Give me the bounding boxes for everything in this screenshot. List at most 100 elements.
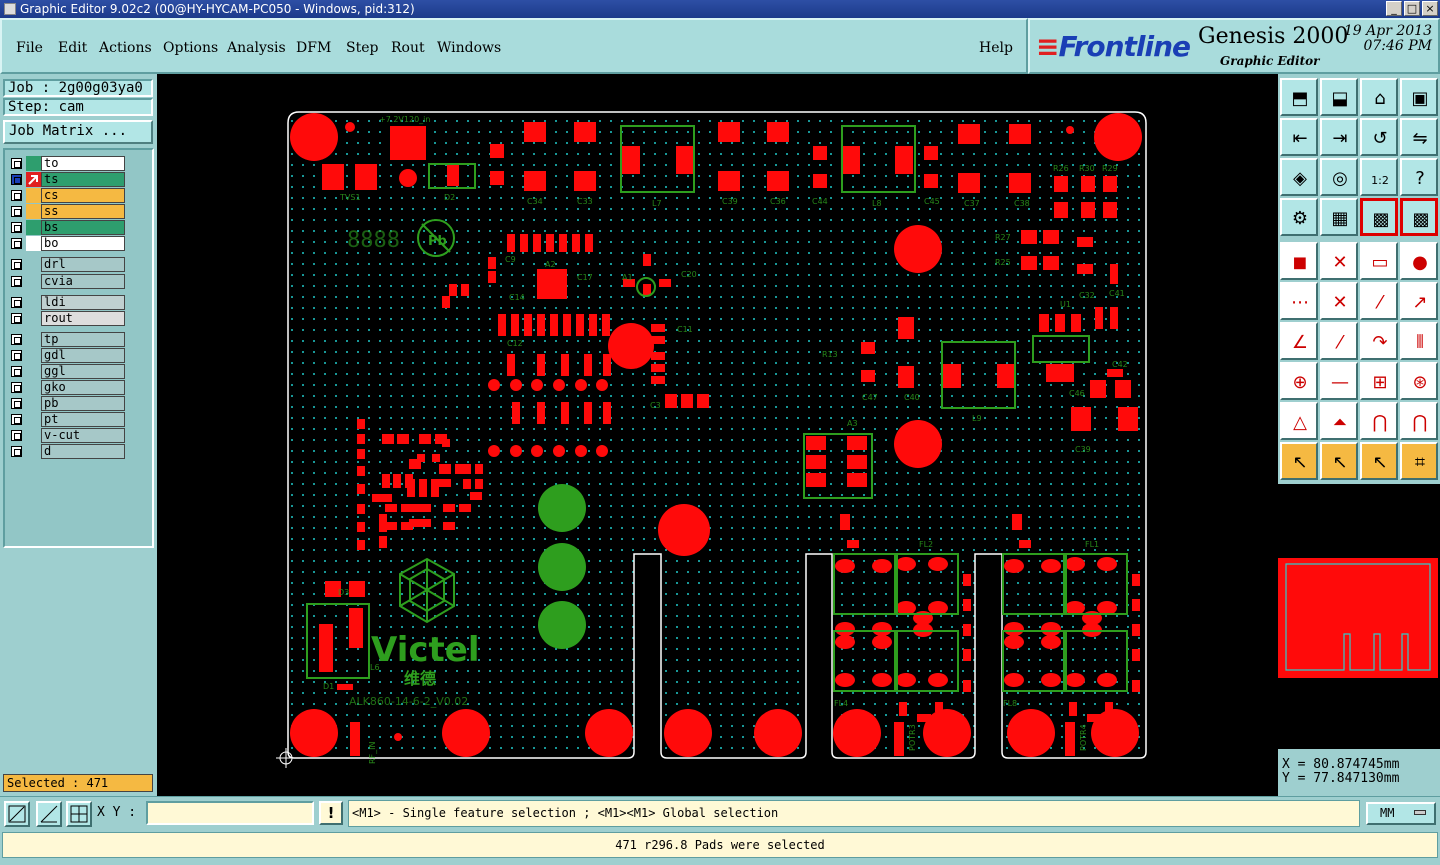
arch-icon[interactable]: ⋂ [1360,402,1398,440]
layer-row-to[interactable]: to [9,156,129,171]
layer-row-cs[interactable]: cs [9,188,129,203]
layer-checkbox[interactable] [11,238,22,249]
layer-checkbox[interactable] [11,350,22,361]
menu-step[interactable]: Step [346,40,378,56]
angle-icon[interactable]: ∠ [1280,322,1318,360]
units-select[interactable]: MM [1366,802,1436,825]
xy-input[interactable] [146,801,314,825]
layer-row-bs[interactable]: bs [9,220,129,235]
triangle-alt-icon[interactable]: ⏶ [1320,402,1358,440]
layer-color-swatch[interactable] [26,156,41,171]
layer-checkbox[interactable] [11,297,22,308]
layer-checkbox[interactable] [11,382,22,393]
layer-row-ts[interactable]: ts [9,172,129,187]
menu-help[interactable]: Help [979,40,1013,56]
window-icon[interactable]: ▣ [1400,78,1438,116]
split-icon[interactable]: ⫴ [1400,322,1438,360]
snap-icon[interactable]: ⚙ [1280,198,1318,236]
menu-windows[interactable]: Windows [437,40,501,56]
layer-name[interactable]: gdl [41,348,125,363]
layer-name[interactable]: tp [41,332,125,347]
line-icon[interactable]: ⁄ [1360,282,1398,320]
layer-row-ggl[interactable]: ggl [9,364,129,379]
layer-checkbox[interactable] [11,222,22,233]
pointer-icon[interactable]: ↖ [1280,442,1318,480]
layer-row-tp[interactable]: tp [9,332,129,347]
layer-row-gdl[interactable]: gdl [9,348,129,363]
layer-name[interactable]: pb [41,396,125,411]
layer-row-rout[interactable]: rout [9,311,129,326]
slash-icon[interactable]: ⁄ [1320,322,1358,360]
minus-icon[interactable]: — [1320,362,1358,400]
layer-checkbox[interactable] [11,398,22,409]
pad-icon[interactable]: ◼ [1280,242,1318,280]
layer-checkbox[interactable] [11,276,22,287]
feature-select-icon[interactable]: ✕ [1320,242,1358,280]
layer-row-cvia[interactable]: cvia [9,274,129,289]
save-icon[interactable]: ⬓ [1320,78,1358,116]
layer-name[interactable]: bo [41,236,125,251]
export-icon[interactable]: ⇥ [1320,118,1358,156]
layer-checkbox[interactable] [11,206,22,217]
pointer-box-icon[interactable]: ↖ [1320,442,1358,480]
triangle-icon[interactable]: △ [1280,402,1318,440]
layer-row-pt[interactable]: pt [9,412,129,427]
layer-row-bo[interactable]: bo [9,236,129,251]
grid-toggle-icon[interactable]: ▦ [1320,198,1358,236]
maximize-button[interactable]: □ [1404,1,1420,16]
layer-row-drl[interactable]: drl [9,257,129,272]
layer-name[interactable]: gko [41,380,125,395]
layer-name[interactable]: ggl [41,364,125,379]
menu-options[interactable]: Options [163,40,218,56]
zoom-center-icon[interactable]: ◎ [1320,158,1358,196]
layer-name[interactable]: d [41,444,125,459]
home-icon[interactable]: ⌂ [1360,78,1398,116]
close-button[interactable]: × [1422,1,1438,16]
zoom-ratio-icon[interactable]: 1:2 [1360,158,1398,196]
layer-name[interactable]: rout [41,311,125,326]
layer-checkbox[interactable] [11,430,22,441]
arch-alt-icon[interactable]: ⋂ [1400,402,1438,440]
layer-name[interactable]: drl [41,257,125,272]
layer-color-swatch[interactable] [26,220,41,235]
measure-icon[interactable] [36,801,62,827]
zoom-fit-icon[interactable] [4,801,30,827]
layer-select-icon[interactable]: ▩ [1360,198,1398,236]
rotate-icon[interactable]: ↺ [1360,118,1398,156]
pcb-board-view[interactable]: Victel 维德 8888 Pb ALK860-14-6-2_V0.02 +7… [157,74,1278,796]
layer-row-ldi[interactable]: ldi [9,295,129,310]
zoom-extents-icon[interactable]: ◈ [1280,158,1318,196]
connect-icon[interactable]: ⋯ [1280,282,1318,320]
cross-icon[interactable]: ✕ [1320,282,1358,320]
layer-checkbox[interactable] [11,366,22,377]
layer-color-swatch[interactable] [26,188,41,203]
board-preview[interactable] [1278,484,1440,749]
menu-actions[interactable]: Actions [99,40,152,56]
layer-color-swatch[interactable] [26,204,41,219]
layer-checkbox[interactable] [11,414,22,425]
pointer-alt-icon[interactable]: ↖ [1360,442,1398,480]
graphic-canvas[interactable]: Victel 维德 8888 Pb ALK860-14-6-2_V0.02 +7… [157,74,1278,796]
layer-row-gko[interactable]: gko [9,380,129,395]
grid-icon[interactable] [66,801,92,827]
net-icon[interactable]: ⊕ [1280,362,1318,400]
layer-row-v-cut[interactable]: v-cut [9,428,129,443]
layer-checkbox[interactable] [11,174,22,185]
help-icon[interactable]: ? [1400,158,1438,196]
open-step-icon[interactable]: ⬒ [1280,78,1318,116]
menu-file[interactable]: File [16,40,43,56]
menu-edit[interactable]: Edit [58,40,87,56]
menu-rout[interactable]: Rout [391,40,425,56]
arrow-icon[interactable]: ↗ [1400,282,1438,320]
layer-checkbox[interactable] [11,446,22,457]
ruler-icon[interactable]: ▭ [1360,242,1398,280]
component-icon[interactable]: ⊛ [1400,362,1438,400]
layer-row-pb[interactable]: pb [9,396,129,411]
menu-dfm[interactable]: DFM [296,40,331,56]
layer-name[interactable]: bs [41,220,125,235]
layer-checkbox[interactable] [11,313,22,324]
arc-icon[interactable]: ↷ [1360,322,1398,360]
layer-checkbox[interactable] [11,259,22,270]
import-icon[interactable]: ⇤ [1280,118,1318,156]
layer-row-ss[interactable]: ss [9,204,129,219]
